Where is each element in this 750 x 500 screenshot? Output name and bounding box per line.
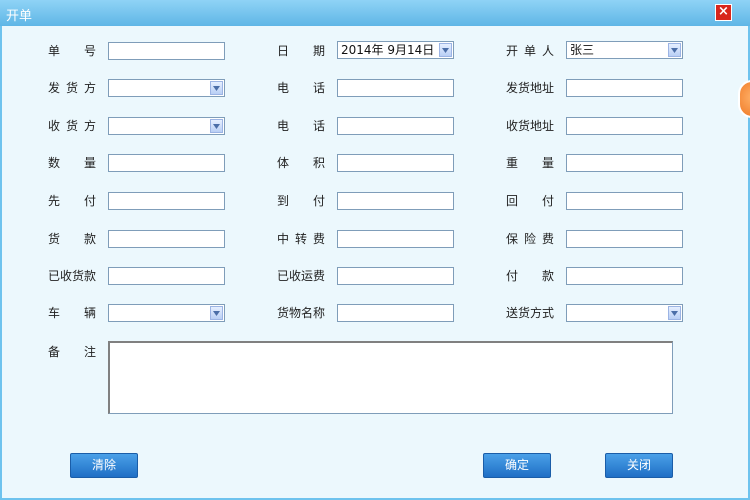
quantity-label: 数 量	[48, 156, 96, 170]
window-title: 开单	[6, 9, 33, 24]
confirm-button[interactable]: 确定	[483, 453, 551, 478]
collected-freight-label: 已收运费	[277, 269, 326, 283]
close-button[interactable]: 关闭	[605, 453, 673, 478]
receiver-label: 收货方	[48, 119, 96, 133]
goods-name-input[interactable]	[337, 304, 454, 322]
delivery-method-label: 送货方式	[506, 306, 555, 320]
prepaid-input[interactable]	[108, 192, 225, 210]
creator-select[interactable]: 张三	[566, 41, 683, 59]
date-value: 2014年 9月14日	[341, 43, 435, 57]
chevron-down-icon[interactable]	[668, 43, 681, 57]
weight-label: 重 量	[506, 156, 554, 170]
receiver-address-label: 收货地址	[506, 119, 555, 133]
collected-freight-input[interactable]	[337, 267, 454, 285]
creator-label: 开单人	[506, 44, 554, 58]
delivery-method-select[interactable]	[566, 304, 683, 322]
prepaid-label: 先 付	[48, 194, 96, 208]
receiver-select[interactable]	[108, 117, 225, 135]
goods-name-label: 货物名称	[277, 306, 326, 320]
quantity-input[interactable]	[108, 154, 225, 172]
collect-input[interactable]	[337, 192, 454, 210]
return-pay-label: 回 付	[506, 194, 554, 208]
shipper-select[interactable]	[108, 79, 225, 97]
shipper-address-input[interactable]	[566, 79, 683, 97]
collected-payment-label: 已收货款	[48, 269, 97, 283]
receiver-address-input[interactable]	[566, 117, 683, 135]
shipper-label: 发货方	[48, 81, 96, 95]
shipper-phone-input[interactable]	[337, 79, 454, 97]
date-picker[interactable]: 2014年 9月14日	[337, 41, 454, 59]
transfer-fee-input[interactable]	[337, 230, 454, 248]
return-pay-input[interactable]	[566, 192, 683, 210]
goods-payment-label: 货 款	[48, 232, 96, 246]
vehicle-label: 车 辆	[48, 306, 96, 320]
chevron-down-icon[interactable]	[210, 306, 223, 320]
chevron-down-icon[interactable]	[668, 306, 681, 320]
order-no-label: 单 号	[48, 44, 96, 58]
payment-input[interactable]	[566, 267, 683, 285]
goods-payment-input[interactable]	[108, 230, 225, 248]
transfer-fee-label: 中转费	[277, 232, 325, 246]
payment-label: 付 款	[506, 269, 554, 283]
notes-textarea[interactable]	[108, 341, 673, 414]
date-label: 日 期	[277, 44, 325, 58]
side-tab-icon[interactable]	[738, 80, 750, 118]
shipper-phone-label: 电 话	[277, 81, 325, 95]
shipper-address-label: 发货地址	[506, 81, 555, 95]
close-icon[interactable]: ×	[715, 4, 732, 21]
weight-input[interactable]	[566, 154, 683, 172]
title-bar: 开单 ×	[0, 0, 750, 26]
volume-input[interactable]	[337, 154, 454, 172]
creator-value: 张三	[570, 43, 595, 57]
notes-label: 备 注	[48, 345, 96, 359]
receiver-phone-label: 电 话	[277, 119, 325, 133]
receiver-phone-input[interactable]	[337, 117, 454, 135]
chevron-down-icon[interactable]	[439, 43, 452, 57]
clear-button[interactable]: 清除	[70, 453, 138, 478]
order-no-input[interactable]	[108, 42, 225, 60]
collected-payment-input[interactable]	[108, 267, 225, 285]
volume-label: 体 积	[277, 156, 325, 170]
collect-label: 到 付	[277, 194, 325, 208]
insurance-fee-input[interactable]	[566, 230, 683, 248]
chevron-down-icon[interactable]	[210, 81, 223, 95]
vehicle-select[interactable]	[108, 304, 225, 322]
insurance-fee-label: 保险费	[506, 232, 554, 246]
chevron-down-icon[interactable]	[210, 119, 223, 133]
